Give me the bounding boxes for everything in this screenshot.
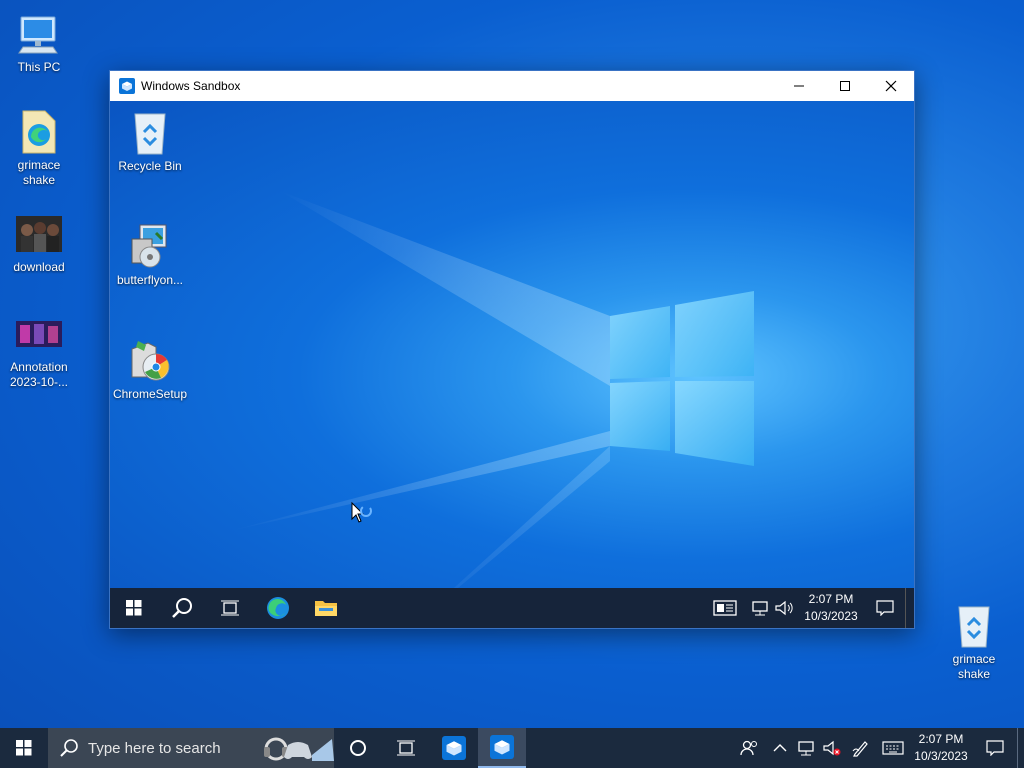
search-icon [172, 598, 192, 618]
maximize-button[interactable] [822, 71, 868, 101]
sandbox-news-button[interactable] [701, 588, 749, 628]
keyboard-icon [882, 741, 904, 755]
folder-icon [315, 601, 337, 616]
search-highlight-image [264, 737, 334, 761]
sandbox-notifications-button[interactable] [865, 588, 905, 628]
windows-start-icon [16, 740, 32, 756]
desktop-icon-grimace-shake-folder[interactable]: grimace shake [1, 108, 77, 188]
sandbox-icon-chromesetup[interactable]: ChromeSetup [110, 337, 190, 401]
sandbox-start-button[interactable] [110, 588, 158, 628]
desktop-icon-label: grimace shake [17, 158, 61, 187]
volume-icon [775, 600, 793, 616]
close-button[interactable] [868, 71, 914, 101]
chevron-up-icon [773, 744, 787, 752]
sandbox-icon-label: ChromeSetup [112, 387, 188, 401]
sandbox-app-icon [490, 735, 514, 759]
sandbox-search-button[interactable] [158, 588, 206, 628]
sandbox-taskbar: 2:07 PM 10/3/2023 [110, 588, 914, 628]
desktop-icon-label: Annotation 2023-10-... [9, 360, 69, 389]
sandbox-icon-label: butterflyon... [116, 273, 184, 287]
windows-wallpaper-logo [230, 191, 754, 628]
clock-date: 10/3/2023 [914, 749, 968, 763]
pen-workspace-button[interactable] [845, 728, 877, 768]
sandbox-titlebar[interactable]: Windows Sandbox [110, 71, 914, 101]
minimize-button[interactable] [776, 71, 822, 101]
system-tray: 2:07 PM 10/3/2023 [731, 728, 1024, 768]
sandbox-window-title: Windows Sandbox [141, 79, 241, 93]
network-icon [798, 741, 814, 756]
taskbar-search-box[interactable]: Type here to search [48, 728, 334, 768]
search-icon [60, 739, 78, 757]
volume-muted-icon [823, 740, 841, 756]
computer-icon [15, 10, 63, 58]
edge-icon [267, 597, 289, 619]
sandbox-app-icon [442, 736, 466, 760]
taskbar-sandbox-app-1[interactable] [430, 728, 478, 768]
maximize-icon [840, 81, 850, 91]
edge-document-icon [15, 108, 63, 156]
sandbox-network-button[interactable] [749, 588, 771, 628]
pen-icon [852, 741, 868, 757]
desktop-icon-download[interactable]: download [1, 210, 77, 275]
taskbar-clock[interactable]: 2:07 PM 10/3/2023 [909, 731, 973, 765]
desktop-icon-label: download [13, 260, 65, 274]
network-button[interactable] [793, 728, 819, 768]
sandbox-window: Windows Sandbox Recycle Bin butterflyon.… [109, 70, 915, 629]
desktop-icon-annotation[interactable]: Annotation 2023-10-... [1, 310, 77, 390]
show-hidden-icons-button[interactable] [767, 728, 793, 768]
notification-icon [876, 600, 894, 616]
cortana-icon [350, 740, 366, 756]
touch-keyboard-button[interactable] [877, 728, 909, 768]
sandbox-icon-recycle-bin[interactable]: Recycle Bin [110, 109, 190, 173]
close-icon [885, 80, 897, 92]
sandbox-volume-button[interactable] [771, 588, 797, 628]
task-view-icon [221, 600, 239, 616]
setup-icon [126, 337, 174, 385]
network-icon [752, 601, 768, 616]
desktop-icon-label: This PC [17, 60, 61, 74]
recycle-bin-icon [126, 109, 174, 157]
sandbox-app-icon [119, 78, 135, 94]
show-desktop-strip[interactable] [905, 588, 914, 628]
recycle-bin-icon [950, 602, 998, 650]
notification-icon [986, 740, 1004, 756]
desktop-icon-this-pc[interactable]: This PC [1, 10, 77, 75]
start-button[interactable] [0, 728, 48, 768]
action-center-button[interactable] [973, 728, 1017, 768]
sandbox-task-view-button[interactable] [206, 588, 254, 628]
sandbox-icon-label: Recycle Bin [118, 159, 182, 173]
installer-icon [126, 223, 174, 271]
taskbar-sandbox-app-2[interactable] [478, 728, 526, 768]
clock-time: 2:07 PM [918, 732, 964, 746]
minimize-icon [794, 85, 804, 87]
sandbox-edge-button[interactable] [254, 588, 302, 628]
cortana-button[interactable] [334, 728, 382, 768]
taskbar: Type here to search 2:07 PM 10/3/2023 [0, 728, 1024, 768]
sandbox-icon-butterfly-installer[interactable]: butterflyon... [110, 223, 190, 287]
volume-muted-button[interactable] [819, 728, 845, 768]
task-view-button[interactable] [382, 728, 430, 768]
screenshot-thumbnail-icon [15, 310, 63, 358]
sandbox-clock-time: 2:07 PM [808, 592, 854, 606]
desktop-icon-label: grimace shake [952, 652, 996, 681]
desktop-icon-grimace-shake-bin[interactable]: grimace shake [936, 602, 1012, 682]
busy-cursor-icon [351, 501, 372, 523]
news-icon [713, 600, 737, 616]
sandbox-clock-date: 10/3/2023 [804, 609, 858, 623]
sandbox-desktop: Recycle Bin butterflyon... ChromeSetup 2… [110, 101, 914, 628]
sandbox-file-explorer-button[interactable] [302, 588, 350, 628]
search-placeholder: Type here to search [88, 739, 221, 757]
people-button[interactable] [731, 728, 767, 768]
people-icon [740, 740, 757, 756]
windows-start-icon [126, 600, 142, 616]
task-view-icon [397, 740, 415, 756]
photo-thumbnail-icon [15, 210, 63, 258]
show-desktop-button[interactable] [1017, 728, 1024, 768]
sandbox-clock[interactable]: 2:07 PM 10/3/2023 [797, 591, 865, 625]
